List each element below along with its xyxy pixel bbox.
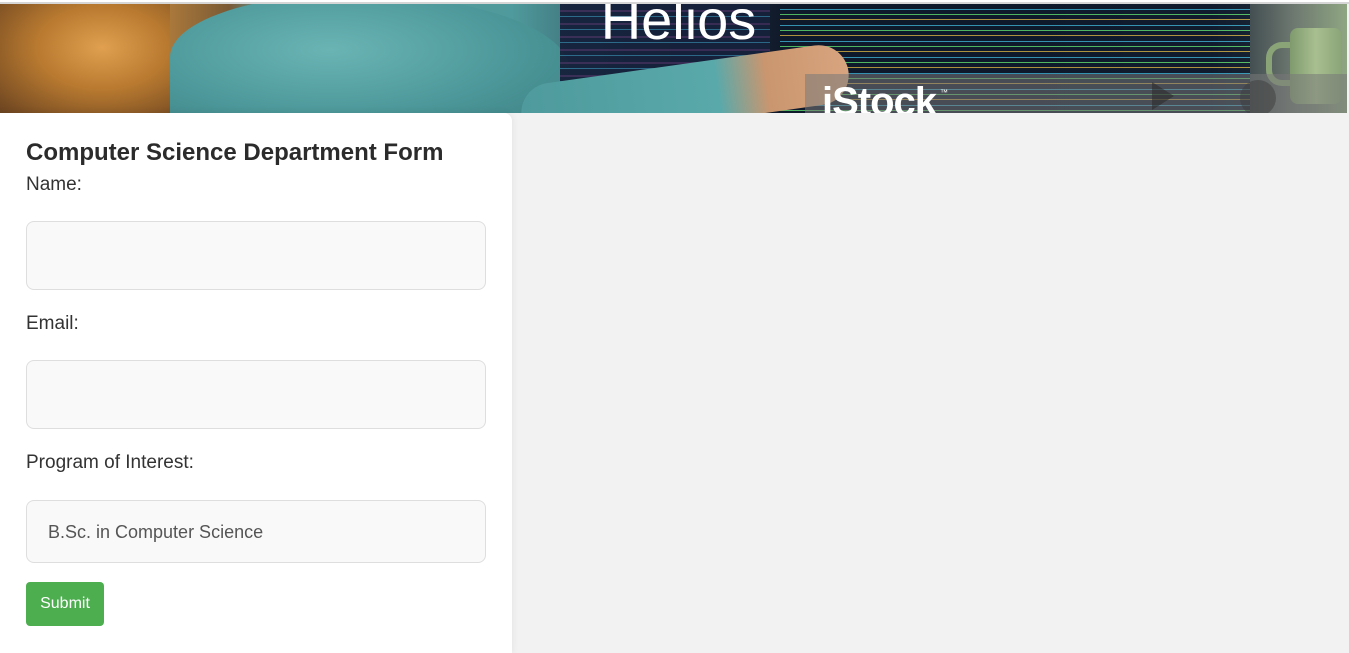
play-icon — [1152, 82, 1174, 110]
header-banner: iStock ™ Helios — [0, 4, 1347, 113]
circle-icon — [1240, 80, 1276, 113]
email-label: Email: — [26, 313, 79, 334]
program-label: Program of Interest: — [26, 452, 194, 473]
email-input[interactable] — [26, 360, 486, 429]
form-card: Computer Science Department Form Name: E… — [0, 113, 512, 653]
program-select[interactable]: B.Sc. in Computer Science — [26, 500, 486, 563]
name-label: Name: — [26, 174, 82, 195]
page-title: Helios — [600, 4, 757, 51]
istock-watermark-logo: iStock — [822, 80, 937, 113]
form-title: Computer Science Department Form — [26, 139, 444, 166]
istock-trademark: ™ — [940, 88, 948, 97]
submit-button[interactable]: Submit — [26, 582, 104, 626]
name-input[interactable] — [26, 221, 486, 290]
